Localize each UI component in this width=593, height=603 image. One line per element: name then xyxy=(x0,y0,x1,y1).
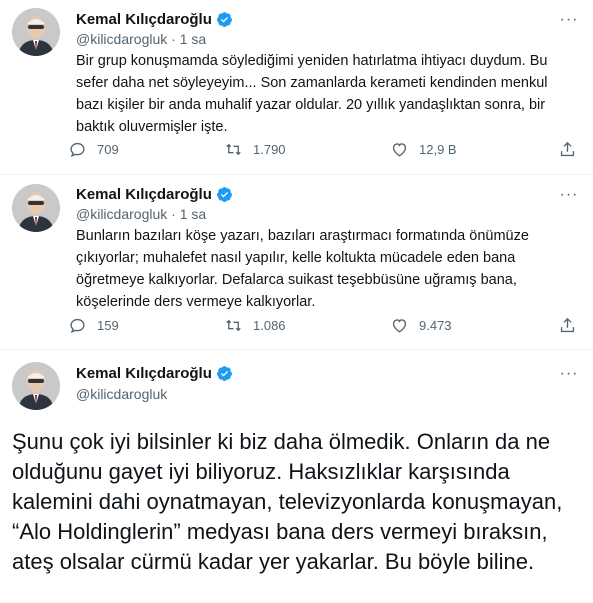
share-icon xyxy=(560,317,575,333)
retweet-count: 1.086 xyxy=(253,318,286,333)
tweet-text: Bunların bazıları köşe yazarı, bazıları … xyxy=(76,228,529,310)
tweet-1[interactable]: Kemal Kılıçdaroğlu ··· @kilicdarogluk · … xyxy=(0,0,593,174)
avatar[interactable] xyxy=(12,184,60,232)
tweet-actions: 709 1.790 12,9 B xyxy=(68,140,581,164)
verified-badge-icon xyxy=(216,365,233,382)
retweet-button[interactable]: 1.790 xyxy=(224,140,286,159)
author-name[interactable]: Kemal Kılıçdaroğlu xyxy=(76,186,212,203)
tweet-meta: @kilicdarogluk · 1 sa xyxy=(76,31,206,47)
like-button[interactable]: 9.473 xyxy=(390,316,452,335)
avatar[interactable] xyxy=(12,362,60,410)
reply-count: 159 xyxy=(97,318,119,333)
like-count: 12,9 B xyxy=(419,142,457,157)
tweet-time[interactable]: 1 sa xyxy=(180,206,206,222)
share-icon xyxy=(560,141,575,157)
author-handle[interactable]: @kilicdarogluk xyxy=(76,206,167,222)
more-icon[interactable]: ··· xyxy=(559,185,579,205)
meta-separator: · xyxy=(171,31,176,47)
author-name[interactable]: Kemal Kılıçdaroğlu xyxy=(76,365,212,382)
reply-button[interactable]: 159 xyxy=(68,316,119,335)
tweet-text-expanded: Şunu çok iyi bilsinler ki biz daha ölmed… xyxy=(12,429,563,574)
verified-badge-icon xyxy=(216,186,233,203)
author-row: Kemal Kılıçdaroğlu xyxy=(76,365,233,382)
reply-icon xyxy=(70,318,85,334)
tweet-text: Bir grup konuşmamda söylediğimi yeniden … xyxy=(76,53,548,135)
like-count: 9.473 xyxy=(419,318,452,333)
author-row: Kemal Kılıçdaroğlu xyxy=(76,186,233,203)
author-handle[interactable]: @kilicdarogluk xyxy=(76,386,167,402)
retweet-icon xyxy=(226,143,241,156)
author-row: Kemal Kılıçdaroğlu xyxy=(76,11,233,28)
tweet-actions: 159 1.086 9.473 xyxy=(68,316,581,340)
retweet-count: 1.790 xyxy=(253,142,286,157)
tweet-time[interactable]: 1 sa xyxy=(180,31,206,47)
tweet-thread: Kemal Kılıçdaroğlu ··· @kilicdarogluk · … xyxy=(0,0,593,603)
retweet-button[interactable]: 1.086 xyxy=(224,316,286,335)
like-button[interactable]: 12,9 B xyxy=(390,140,457,159)
more-icon[interactable]: ··· xyxy=(559,10,579,30)
meta-separator: · xyxy=(171,206,176,222)
reply-count: 709 xyxy=(97,142,119,157)
share-button[interactable] xyxy=(558,316,577,335)
reply-button[interactable]: 709 xyxy=(68,140,119,159)
author-name[interactable]: Kemal Kılıçdaroğlu xyxy=(76,11,212,28)
author-handle[interactable]: @kilicdarogluk xyxy=(76,31,167,47)
avatar[interactable] xyxy=(12,8,60,56)
reply-icon xyxy=(70,142,85,158)
share-button[interactable] xyxy=(558,140,577,159)
tweet-meta: @kilicdarogluk xyxy=(76,386,167,402)
verified-badge-icon xyxy=(216,11,233,28)
like-icon xyxy=(392,143,407,157)
retweet-icon xyxy=(226,319,241,332)
tweet-2[interactable]: Kemal Kılıçdaroğlu ··· @kilicdarogluk · … xyxy=(0,175,593,349)
like-icon xyxy=(392,319,407,333)
tweet-meta: @kilicdarogluk · 1 sa xyxy=(76,206,206,222)
more-icon[interactable]: ··· xyxy=(559,364,579,384)
